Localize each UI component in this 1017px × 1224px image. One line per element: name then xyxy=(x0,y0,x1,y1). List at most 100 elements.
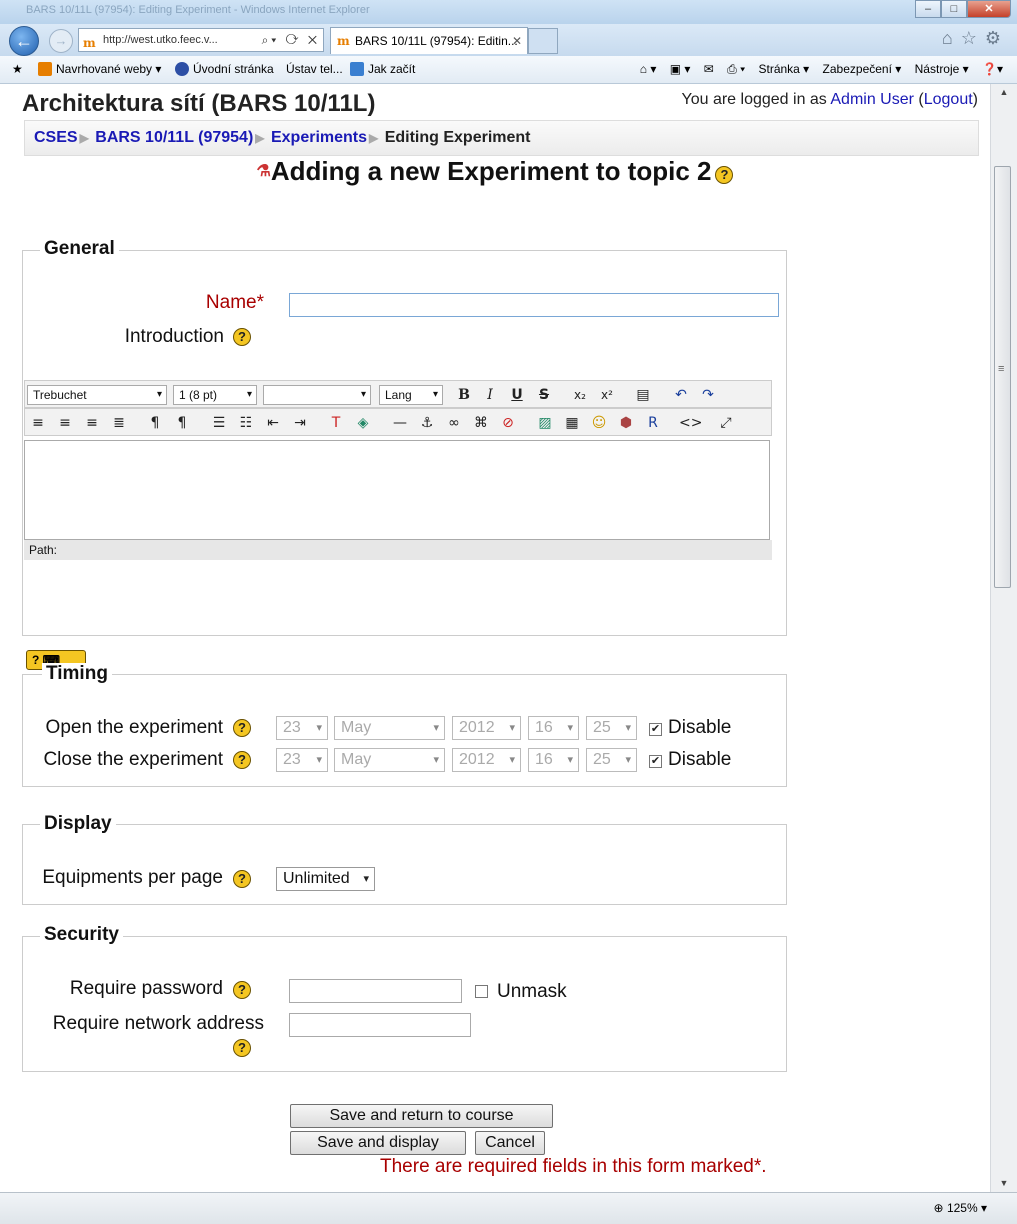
logout-link[interactable]: Logout xyxy=(924,91,973,108)
subscript-icon[interactable]: x₂ xyxy=(569,385,591,405)
rtl-icon[interactable]: ¶ xyxy=(171,413,193,433)
open-year-select[interactable]: 2012 xyxy=(452,716,521,740)
menu-tools[interactable]: Nástroje ▾ xyxy=(915,62,969,76)
fullscreen-icon[interactable]: ⤢ xyxy=(715,413,737,433)
help-menu-icon[interactable]: ❓▾ xyxy=(982,62,1003,76)
address-actions-icon[interactable]: ⌕▾ ⟳ ✕ xyxy=(262,29,320,51)
paste-word-icon[interactable]: ▤ xyxy=(632,385,654,405)
underline-icon[interactable]: U xyxy=(506,385,528,405)
redo-icon[interactable]: ↷ xyxy=(697,385,719,405)
forward-button[interactable]: → xyxy=(49,29,73,53)
unlink-icon[interactable]: ⌘ xyxy=(470,413,492,433)
fav-home-page[interactable]: Úvodní stránka xyxy=(175,62,274,76)
open-day-select[interactable]: 23 xyxy=(276,716,328,740)
font-select[interactable]: Trebuchet xyxy=(27,385,167,405)
site-title: Architektura sítí (BARS 10/11L) xyxy=(22,90,376,117)
tab-close-icon[interactable]: ✕ xyxy=(512,28,522,54)
indent-icon[interactable]: ⇥ xyxy=(289,413,311,433)
undo-icon[interactable]: ↶ xyxy=(670,385,692,405)
style-select[interactable] xyxy=(263,385,371,405)
search-replace-icon[interactable]: R xyxy=(642,413,664,433)
breadcrumb-cses[interactable]: CSES xyxy=(34,129,78,146)
close-month-select[interactable]: May xyxy=(334,748,445,772)
close-day-select[interactable]: 23 xyxy=(276,748,328,772)
unordered-list-icon[interactable]: ☷ xyxy=(235,413,257,433)
text-color-icon[interactable]: T xyxy=(325,413,347,433)
editor-text-area[interactable] xyxy=(24,440,770,540)
favorites-star-icon[interactable]: ★ xyxy=(12,62,23,76)
mail-icon[interactable]: ✉ xyxy=(704,62,714,76)
close-disable-checkbox[interactable]: ✔ xyxy=(649,755,662,768)
outdent-icon[interactable]: ⇤ xyxy=(262,413,284,433)
close-hour-select[interactable]: 16 xyxy=(528,748,579,772)
background-color-icon[interactable]: ◈ xyxy=(352,413,374,433)
help-icon[interactable]: ? xyxy=(233,719,251,737)
close-minute-select[interactable]: 25 xyxy=(586,748,637,772)
scroll-down-arrow-icon[interactable]: ▼ xyxy=(991,1175,1017,1192)
breadcrumb-experiments[interactable]: Experiments xyxy=(271,129,367,146)
help-icon[interactable]: ? xyxy=(233,751,251,769)
password-field[interactable] xyxy=(289,979,462,1003)
name-field[interactable] xyxy=(289,293,779,317)
scroll-up-arrow-icon[interactable]: ▲ xyxy=(991,84,1017,101)
open-hour-select[interactable]: 16 xyxy=(528,716,579,740)
maximize-button[interactable]: □ xyxy=(941,0,967,18)
help-icon[interactable]: ? xyxy=(233,328,251,346)
bold-icon[interactable]: B xyxy=(453,385,475,405)
lang-select[interactable]: Lang xyxy=(379,385,443,405)
special-char-icon[interactable]: ⬢ xyxy=(615,413,637,433)
open-month-select[interactable]: May xyxy=(334,716,445,740)
fav-ustav[interactable]: Ústav tel... xyxy=(286,62,343,76)
equipments-per-page-select[interactable]: Unlimited xyxy=(276,867,375,891)
anchor-icon[interactable]: ⚓ xyxy=(416,413,438,433)
tab-current[interactable]: m BARS 10/11L (97954): Editin... ✕ xyxy=(330,27,528,54)
image-icon[interactable]: ▨ xyxy=(534,413,556,433)
network-address-field[interactable] xyxy=(289,1013,471,1037)
back-button[interactable]: ← xyxy=(9,26,39,56)
align-right-icon[interactable]: ≡ xyxy=(81,413,103,433)
fav-getting-started[interactable]: Jak začít xyxy=(350,62,415,76)
scroll-thumb[interactable] xyxy=(994,166,1011,588)
vertical-scrollbar[interactable]: ▲ ▼ xyxy=(990,84,1017,1192)
save-return-button[interactable]: Save and return to course xyxy=(290,1104,553,1128)
align-left-icon[interactable]: ≡ xyxy=(27,413,49,433)
size-select[interactable]: 1 (8 pt) xyxy=(173,385,257,405)
unmask-checkbox[interactable] xyxy=(475,985,488,998)
smiley-icon[interactable]: ☺ xyxy=(588,413,610,433)
horizontal-rule-icon[interactable]: — xyxy=(389,413,411,433)
help-icon[interactable]: ? xyxy=(233,981,251,999)
zoom-control[interactable]: ⊕ 125% ▾ xyxy=(934,1201,987,1215)
table-icon[interactable]: ▦ xyxy=(561,413,583,433)
strikethrough-icon[interactable]: S xyxy=(533,385,555,405)
minimize-button[interactable]: – xyxy=(915,0,941,18)
close-year-select[interactable]: 2012 xyxy=(452,748,521,772)
close-window-button[interactable]: ✕ xyxy=(967,0,1011,18)
italic-icon[interactable]: I xyxy=(479,385,501,405)
save-display-button[interactable]: Save and display xyxy=(290,1131,466,1155)
nolink-icon[interactable]: ⊘ xyxy=(497,413,519,433)
help-icon[interactable]: ? xyxy=(715,166,734,184)
justify-icon[interactable]: ≣ xyxy=(108,413,130,433)
link-icon[interactable]: ∞ xyxy=(443,413,465,433)
html-source-icon[interactable]: <> xyxy=(679,413,702,433)
menu-page[interactable]: Stránka ▾ xyxy=(758,62,809,76)
breadcrumb-course[interactable]: BARS 10/11L (97954) xyxy=(95,129,253,146)
help-icon[interactable]: ? xyxy=(233,1039,251,1057)
ltr-icon[interactable]: ¶ xyxy=(144,413,166,433)
superscript-icon[interactable]: x² xyxy=(596,385,618,405)
print-icon[interactable]: ⎙ ▾ xyxy=(727,62,745,76)
ordered-list-icon[interactable]: ☰ xyxy=(208,413,230,433)
new-tab-button[interactable] xyxy=(528,28,558,54)
open-minute-select[interactable]: 25 xyxy=(586,716,637,740)
align-center-icon[interactable]: ≡ xyxy=(54,413,76,433)
cancel-button[interactable]: Cancel xyxy=(475,1131,545,1155)
open-disable-checkbox[interactable]: ✔ xyxy=(649,723,662,736)
menu-security[interactable]: Zabezpečení ▾ xyxy=(823,62,902,76)
feeds-icon[interactable]: ▣ ▾ xyxy=(670,62,691,76)
home-favorites-tools-icons[interactable]: ⌂☆⚙ xyxy=(942,28,1009,49)
user-link[interactable]: Admin User xyxy=(830,91,914,108)
home-icon[interactable]: ⌂ ▾ xyxy=(640,62,657,76)
address-bar[interactable]: m http://west.utko.feec.v... ⌕▾ ⟳ ✕ xyxy=(78,28,324,52)
help-icon[interactable]: ? xyxy=(233,870,251,888)
fav-suggested-sites[interactable]: Navrhované weby ▾ xyxy=(38,62,161,76)
